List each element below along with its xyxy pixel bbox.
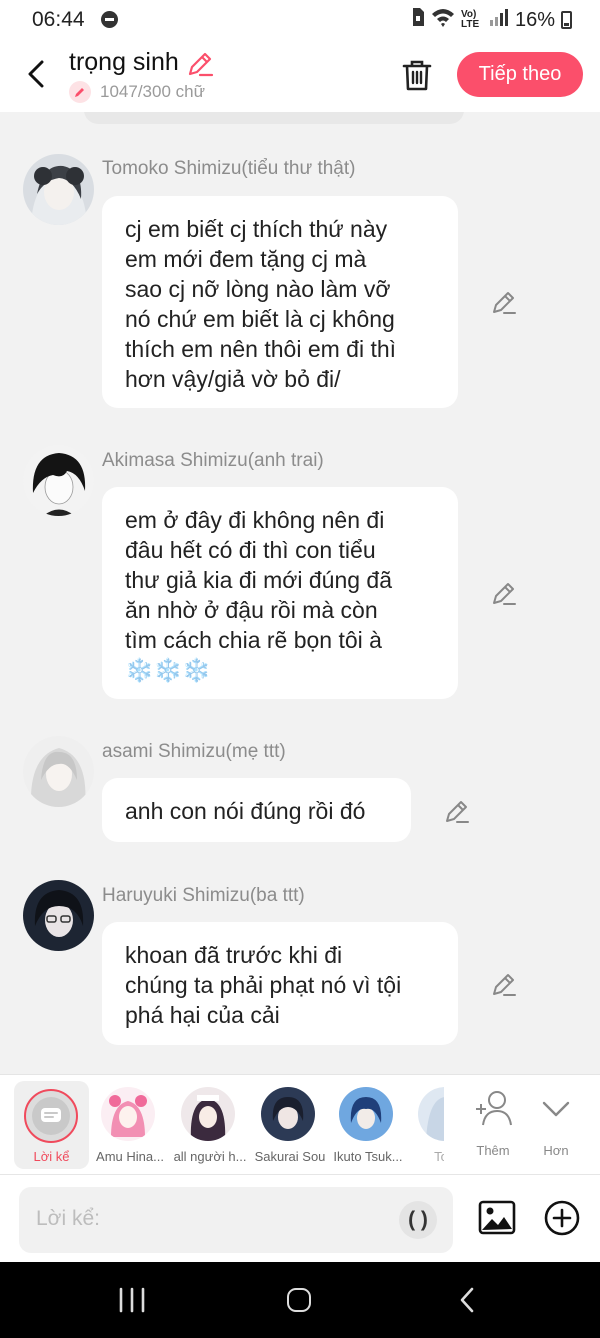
message-bubble[interactable]: em ở đây đi không nên đi đâu hết có đi t… xyxy=(102,487,458,699)
add-button[interactable] xyxy=(543,1199,581,1237)
character-tray: Lời kể Amu Hina... all người h... Sakura… xyxy=(0,1074,600,1174)
status-right-group: Vo) LTE 16% xyxy=(411,6,572,34)
edit-message-icon[interactable] xyxy=(490,288,518,316)
image-button[interactable] xyxy=(478,1199,516,1237)
message-bubble[interactable]: cj em biết cj thích thứ này em mới đem t… xyxy=(102,196,458,408)
message-line: tìm cách chia rẽ bọn tôi à xyxy=(125,627,382,653)
chat-area[interactable]: Tomoko Shimizu(tiểu thư thật) cj em biết… xyxy=(0,112,600,1074)
story-title[interactable]: trọng sinh xyxy=(69,48,179,77)
character-chip[interactable]: Amu Hina... xyxy=(90,1081,170,1169)
character-avatar xyxy=(261,1087,315,1141)
input-placeholder: Lời kể: xyxy=(36,1207,100,1230)
avatar-tomoko[interactable] xyxy=(23,154,94,225)
avatar-akimasa[interactable] xyxy=(23,445,94,516)
back-arrow-icon xyxy=(460,1287,474,1313)
message-bubble[interactable]: anh con nói đúng rồi đó xyxy=(102,778,411,842)
edit-message-icon[interactable] xyxy=(443,797,471,825)
parentheses-button[interactable]: ( ) xyxy=(399,1201,437,1239)
add-label: Thêm xyxy=(476,1143,510,1158)
do-not-disturb-icon xyxy=(101,11,118,28)
sender-name: Haruyuki Shimizu(ba ttt) xyxy=(102,885,305,906)
image-icon xyxy=(478,1200,516,1235)
narration-input[interactable]: Lời kể: ( ) xyxy=(19,1187,453,1253)
wifi-icon xyxy=(431,7,455,33)
avatar-asami[interactable] xyxy=(23,736,94,807)
chevron-down-icon xyxy=(542,1101,570,1117)
character-chip[interactable]: Ikuto Tsuk... xyxy=(328,1081,408,1169)
sender-name: Tomoko Shimizu(tiểu thư thật) xyxy=(102,158,356,179)
character-name: Ikuto Tsuk... xyxy=(333,1149,403,1164)
more-button[interactable]: Hơn xyxy=(528,1085,584,1165)
chevron-left-icon xyxy=(28,60,44,88)
character-name: Tomo xyxy=(434,1149,444,1164)
message-line: khoan đã trước khi đi xyxy=(125,942,343,968)
character-avatar xyxy=(181,1087,235,1141)
more-label: Hơn xyxy=(543,1143,569,1158)
character-chip[interactable]: Tomo xyxy=(400,1081,444,1169)
character-name: all người h... xyxy=(173,1149,247,1164)
message-line: chúng ta phải phạt nó vì tội xyxy=(125,972,402,998)
sender-name: Akimasa Shimizu(anh trai) xyxy=(102,450,324,471)
add-person-icon xyxy=(476,1091,512,1126)
character-name: Sakurai Sou xyxy=(254,1149,326,1164)
character-avatar xyxy=(101,1087,155,1141)
battery-icon xyxy=(561,11,572,29)
narrator-avatar xyxy=(24,1089,78,1143)
narrator-label: Lời kể xyxy=(33,1149,70,1164)
message-line: nó chứ em biết là cj không xyxy=(125,306,395,332)
battery-percent: 16% xyxy=(514,8,555,31)
nav-back-button[interactable] xyxy=(458,1286,476,1319)
message-line: đâu hết có đi thì con tiểu xyxy=(125,537,376,563)
back-button[interactable] xyxy=(18,54,54,94)
narrator-chip[interactable]: Lời kể xyxy=(14,1081,89,1169)
composer: Lời kể: ( ) xyxy=(0,1174,600,1262)
character-name: Amu Hina... xyxy=(96,1149,164,1164)
message-line: em ở đây đi không nên đi xyxy=(125,507,385,533)
trash-icon xyxy=(402,60,432,91)
plus-circle-icon xyxy=(544,1200,580,1236)
message-line: hơn vậy/giả vờ bỏ đi/ xyxy=(125,366,341,392)
system-nav-bar xyxy=(0,1262,600,1338)
character-chip[interactable]: Sakurai Sou xyxy=(250,1081,330,1169)
message-bubble[interactable]: khoan đã trước khi đi chúng ta phải phạt… xyxy=(102,922,458,1045)
add-character-button[interactable]: Thêm xyxy=(465,1085,521,1165)
message-line: phá hại của cải xyxy=(125,1002,280,1028)
character-avatar xyxy=(339,1087,393,1141)
character-chip[interactable]: all người h... xyxy=(170,1081,250,1169)
app-bar: trọng sinh 1047/300 chữ Tiếp theo xyxy=(0,40,600,112)
status-time: 06:44 xyxy=(32,8,85,31)
sim-icon xyxy=(411,7,425,33)
message-line: anh con nói đúng rồi đó xyxy=(125,798,366,824)
edit-message-icon[interactable] xyxy=(490,970,518,998)
signal-icon xyxy=(489,8,509,32)
home-button[interactable] xyxy=(287,1288,311,1312)
recents-button[interactable] xyxy=(118,1287,146,1318)
character-avatar xyxy=(418,1087,444,1141)
delete-button[interactable] xyxy=(398,56,436,94)
message-line: cj em biết cj thích thứ này xyxy=(125,216,388,242)
edit-message-icon[interactable] xyxy=(490,579,518,607)
avatar-haruyuki[interactable] xyxy=(23,880,94,951)
recents-icon xyxy=(119,1287,145,1313)
message-line: sao cj nỡ lòng nào làm vỡ xyxy=(125,276,391,302)
previous-bubble xyxy=(84,112,464,124)
message-line: em mới đem tặng cj mà xyxy=(125,246,367,272)
message-line: thích em nên thôi em đi thì xyxy=(125,336,397,362)
message-line: ❄️❄️❄️ xyxy=(125,657,211,683)
status-bar: 06:44 Vo) LTE 16% xyxy=(0,0,600,40)
network-type: Vo) LTE xyxy=(460,9,480,30)
next-button[interactable]: Tiếp theo xyxy=(457,52,583,97)
message-line: ăn nhờ ở đậu rồi mà còn xyxy=(125,597,378,623)
sender-name: asami Shimizu(mẹ ttt) xyxy=(102,741,286,762)
word-count: 1047/300 chữ xyxy=(100,82,205,101)
message-line: thư giả kia đi mới đúng đã xyxy=(125,567,393,593)
edit-title-icon[interactable] xyxy=(186,50,214,78)
pencil-icon xyxy=(69,81,91,103)
chat-bubble-icon xyxy=(41,1108,61,1122)
